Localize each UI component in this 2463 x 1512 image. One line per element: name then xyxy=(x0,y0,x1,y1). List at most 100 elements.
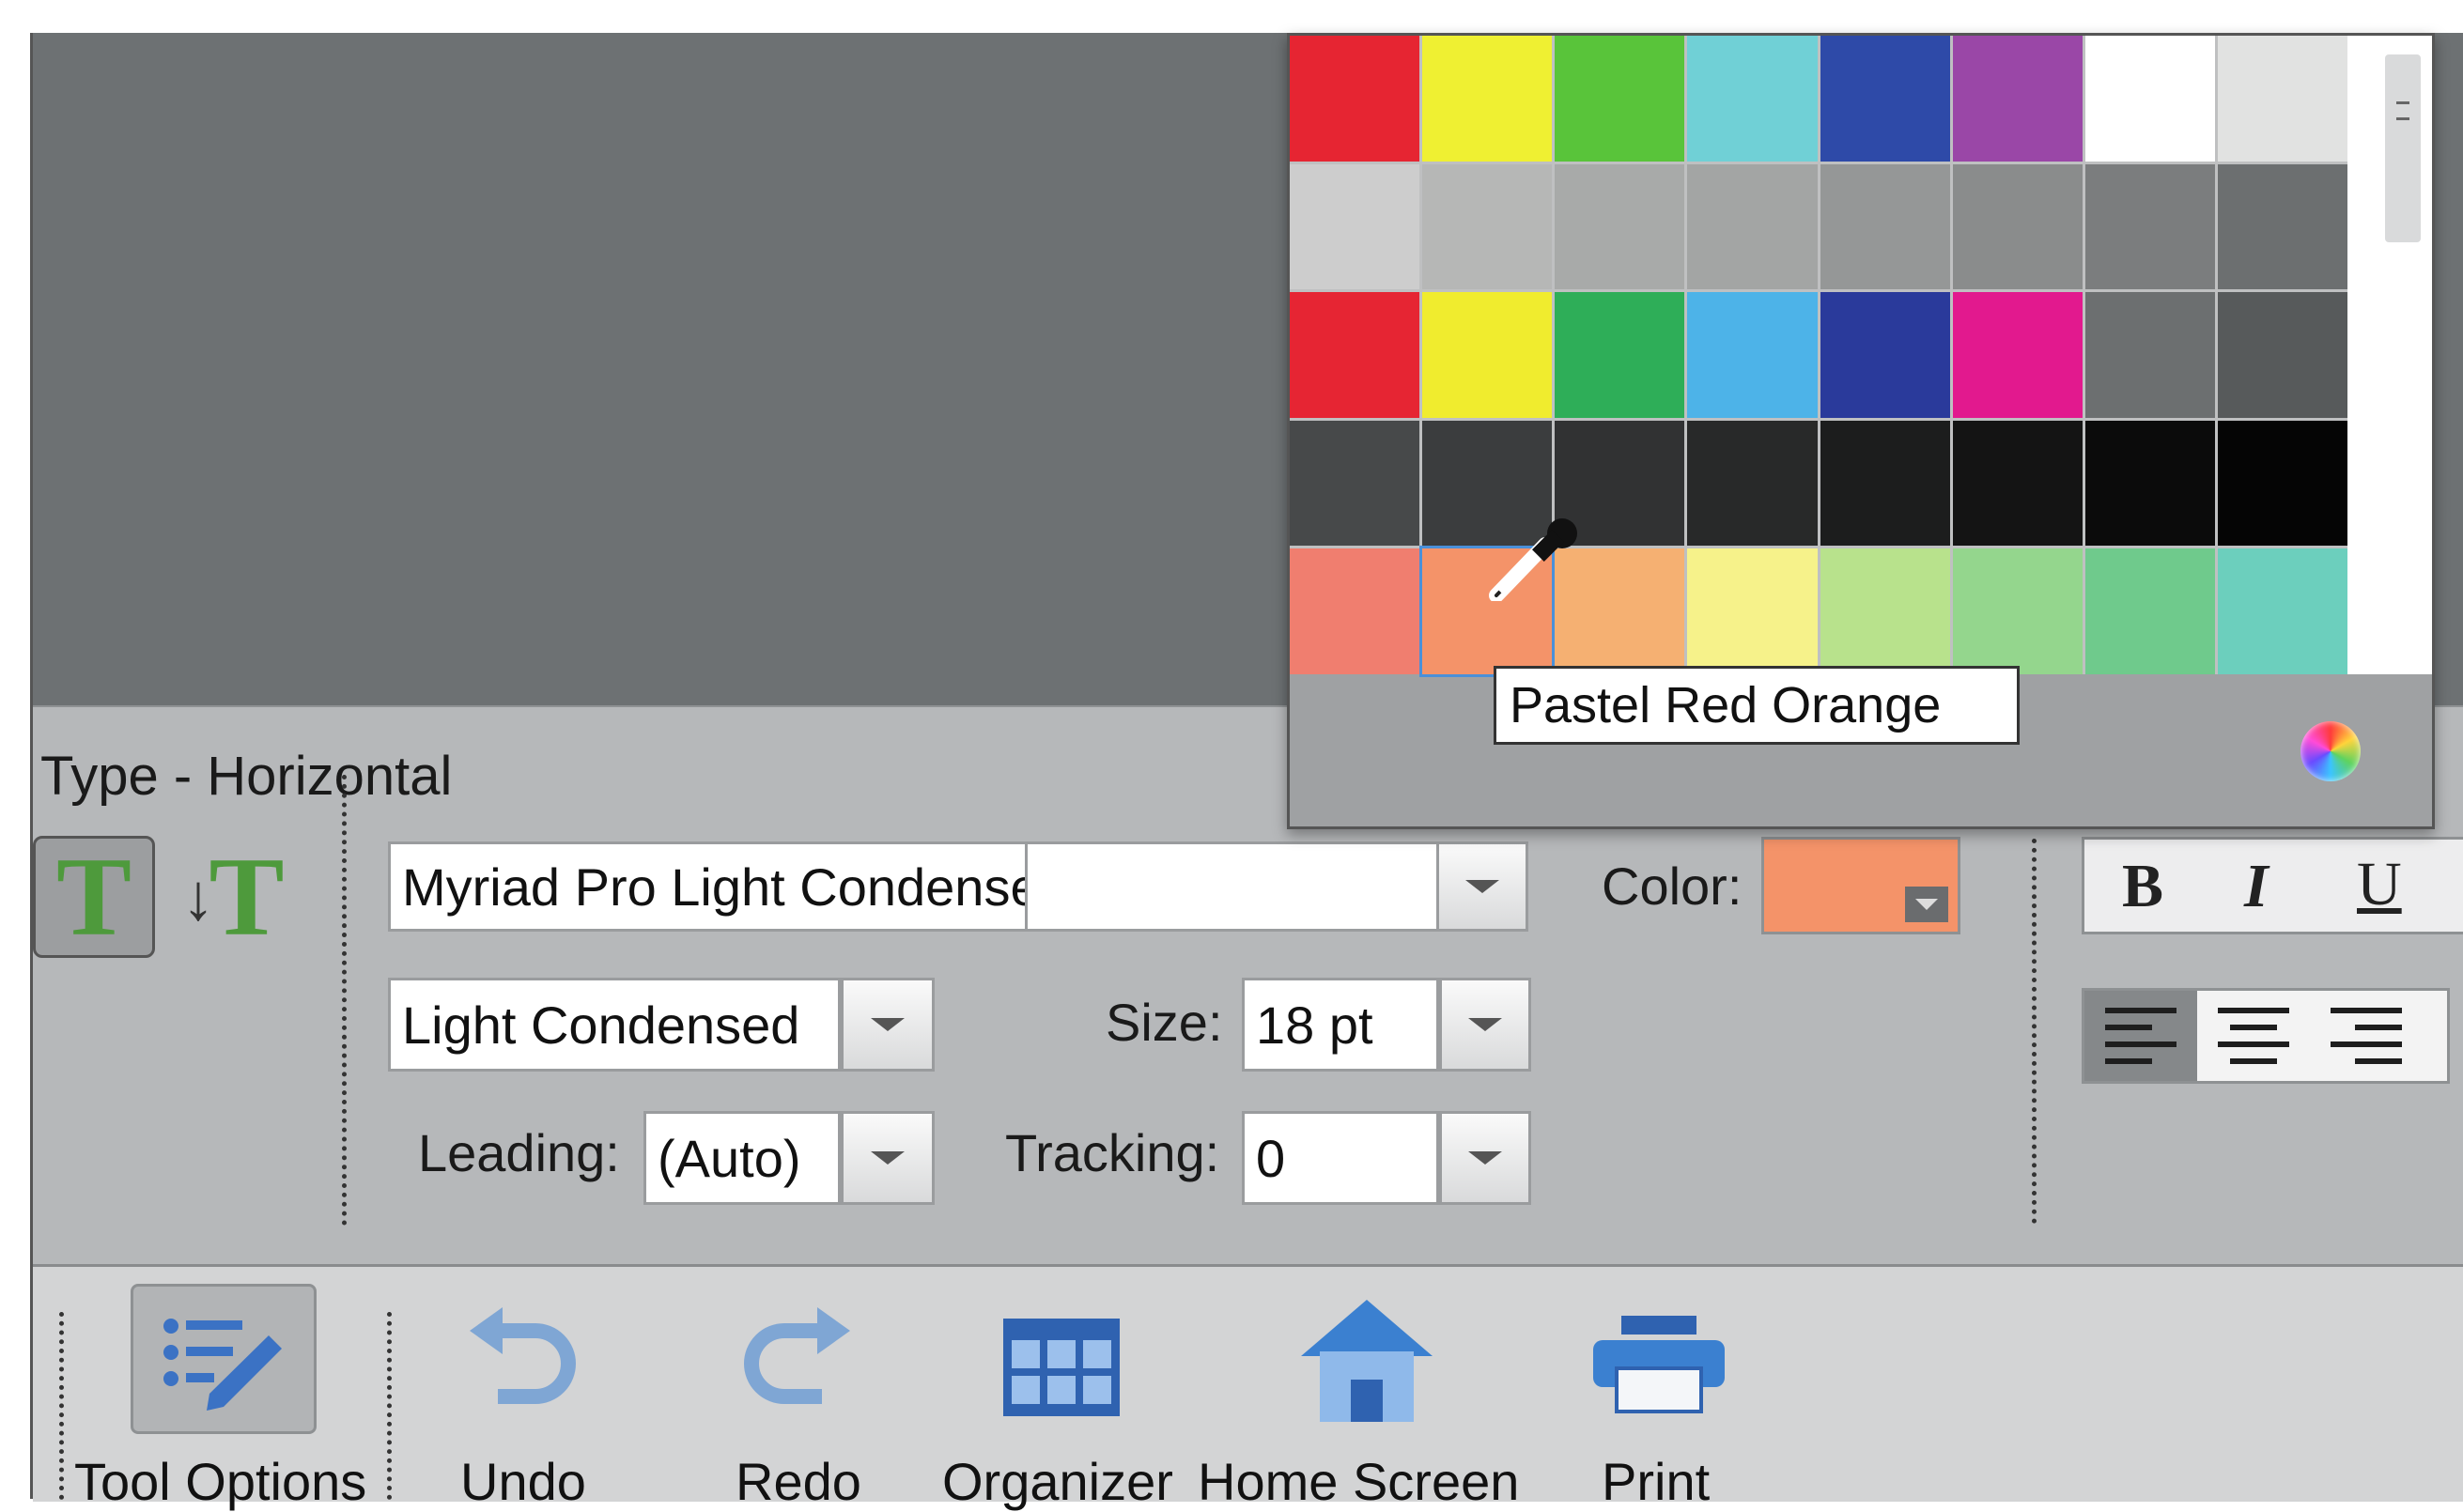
leading-field[interactable]: (Auto) xyxy=(643,1111,841,1205)
tracking-label: Tracking: xyxy=(1005,1123,1220,1182)
home-icon xyxy=(1301,1300,1433,1422)
color-swatch[interactable] xyxy=(1687,548,1818,674)
color-swatch[interactable] xyxy=(2084,292,2215,418)
swatch-grid xyxy=(1290,36,2347,677)
color-swatch[interactable] xyxy=(1290,36,1420,162)
chevron-down-icon xyxy=(1468,1018,1502,1031)
align-left-icon xyxy=(2105,1008,2176,1064)
redo-button[interactable] xyxy=(728,1303,860,1420)
separator xyxy=(342,775,347,1226)
home-screen-button[interactable] xyxy=(1296,1295,1437,1431)
print-label[interactable]: Print xyxy=(1602,1451,1710,1512)
color-swatch[interactable] xyxy=(1290,292,1420,418)
align-right-icon xyxy=(2331,1008,2402,1064)
color-swatch[interactable] xyxy=(1290,420,1420,547)
color-swatch[interactable] xyxy=(1555,163,1685,290)
scrollbar-thumb[interactable] xyxy=(2385,54,2421,242)
tracking-dropdown-button[interactable] xyxy=(1439,1111,1531,1205)
color-swatch[interactable] xyxy=(2217,548,2347,674)
size-dropdown-button[interactable] xyxy=(1439,978,1531,1072)
color-swatch[interactable] xyxy=(1820,292,1950,418)
color-swatch[interactable] xyxy=(1687,36,1818,162)
color-swatch[interactable] xyxy=(2217,163,2347,290)
color-swatch[interactable] xyxy=(1952,163,2083,290)
color-swatch[interactable] xyxy=(2084,420,2215,547)
color-swatch[interactable] xyxy=(1555,292,1685,418)
align-center-button[interactable] xyxy=(2197,991,2310,1081)
undo-label[interactable]: Undo xyxy=(460,1451,586,1512)
redo-label[interactable]: Redo xyxy=(736,1451,861,1512)
tool-options-button[interactable] xyxy=(131,1284,317,1434)
color-swatch[interactable] xyxy=(1952,548,2083,674)
size-label: Size: xyxy=(1106,993,1223,1052)
redo-icon xyxy=(744,1307,850,1404)
font-style-dropdown-button[interactable] xyxy=(841,978,935,1072)
color-swatch[interactable] xyxy=(2084,548,2215,674)
color-swatch[interactable] xyxy=(1820,36,1950,162)
color-picker-button[interactable] xyxy=(1761,837,1960,934)
color-swatch[interactable] xyxy=(1952,36,2083,162)
color-swatch[interactable] xyxy=(1422,292,1553,418)
leading-label: Leading: xyxy=(418,1123,620,1182)
color-swatch[interactable] xyxy=(1687,163,1818,290)
eyedropper-cursor-icon xyxy=(1489,518,1577,601)
alignment-group xyxy=(2082,988,2450,1084)
font-family-dropdown-button[interactable] xyxy=(1436,841,1528,932)
bold-button[interactable]: B xyxy=(2122,851,2163,922)
panel-title: Type - Horizontal xyxy=(40,746,453,807)
vertical-type-icon: T xyxy=(209,834,285,959)
color-swatch[interactable] xyxy=(1422,163,1553,290)
swatch-tooltip: Pastel Red Orange xyxy=(1494,666,2020,745)
font-family-field-fill[interactable] xyxy=(1028,841,1436,932)
underline-button[interactable]: U xyxy=(2357,849,2402,920)
color-picker-wheel-icon[interactable] xyxy=(2300,721,2361,781)
organizer-button[interactable] xyxy=(1000,1316,1123,1424)
horizontal-type-icon: T xyxy=(55,834,132,959)
horizontal-type-tool[interactable]: T xyxy=(33,836,155,958)
italic-button[interactable]: I xyxy=(2244,851,2269,922)
chevron-down-icon xyxy=(1905,887,1948,922)
color-swatch[interactable] xyxy=(1290,163,1420,290)
color-swatch[interactable] xyxy=(1952,292,2083,418)
home-screen-label[interactable]: Home Screen xyxy=(1198,1451,1519,1512)
color-swatch[interactable] xyxy=(1555,36,1685,162)
font-family-field[interactable]: Myriad Pro Light Condensed xyxy=(388,841,1028,932)
color-swatch[interactable] xyxy=(1422,36,1553,162)
size-field[interactable]: 18 pt xyxy=(1242,978,1439,1072)
color-swatch[interactable] xyxy=(2217,36,2347,162)
organizer-label[interactable]: Organizer xyxy=(942,1451,1173,1512)
color-swatch[interactable] xyxy=(1820,548,1950,674)
color-swatch[interactable] xyxy=(1687,292,1818,418)
leading-dropdown-button[interactable] xyxy=(841,1111,935,1205)
separator xyxy=(387,1312,392,1500)
color-swatch[interactable] xyxy=(2084,36,2215,162)
text-style-group: B I U xyxy=(2082,837,2463,934)
align-right-button[interactable] xyxy=(2310,991,2423,1081)
color-swatch[interactable] xyxy=(1820,420,1950,547)
align-left-button[interactable] xyxy=(2084,991,2197,1081)
printer-icon xyxy=(1593,1316,1725,1413)
tracking-field[interactable]: 0 xyxy=(1242,1111,1439,1205)
tool-options-label[interactable]: Tool Options xyxy=(74,1451,366,1512)
chevron-down-icon xyxy=(871,1151,905,1165)
vertical-type-tool[interactable]: ↓ T xyxy=(172,836,294,958)
color-swatch[interactable] xyxy=(2217,420,2347,547)
separator xyxy=(59,1312,64,1500)
color-swatch[interactable] xyxy=(2217,292,2347,418)
print-button[interactable] xyxy=(1588,1312,1729,1420)
menu-icon[interactable] xyxy=(2396,101,2409,120)
color-swatch[interactable] xyxy=(1687,420,1818,547)
color-swatch[interactable] xyxy=(1820,163,1950,290)
undo-icon xyxy=(470,1307,576,1404)
organizer-icon xyxy=(1003,1319,1120,1416)
undo-button[interactable] xyxy=(460,1303,592,1420)
tool-options-icon xyxy=(163,1319,282,1411)
font-style-field[interactable]: Light Condensed xyxy=(388,978,841,1072)
color-swatch[interactable] xyxy=(2084,163,2215,290)
color-swatch[interactable] xyxy=(1952,420,2083,547)
swatch-scrollbar[interactable] xyxy=(2347,36,2432,674)
color-label: Color: xyxy=(1602,856,1743,916)
color-swatch[interactable] xyxy=(1290,548,1420,674)
separator xyxy=(2032,839,2037,1224)
align-center-icon xyxy=(2218,1008,2289,1064)
